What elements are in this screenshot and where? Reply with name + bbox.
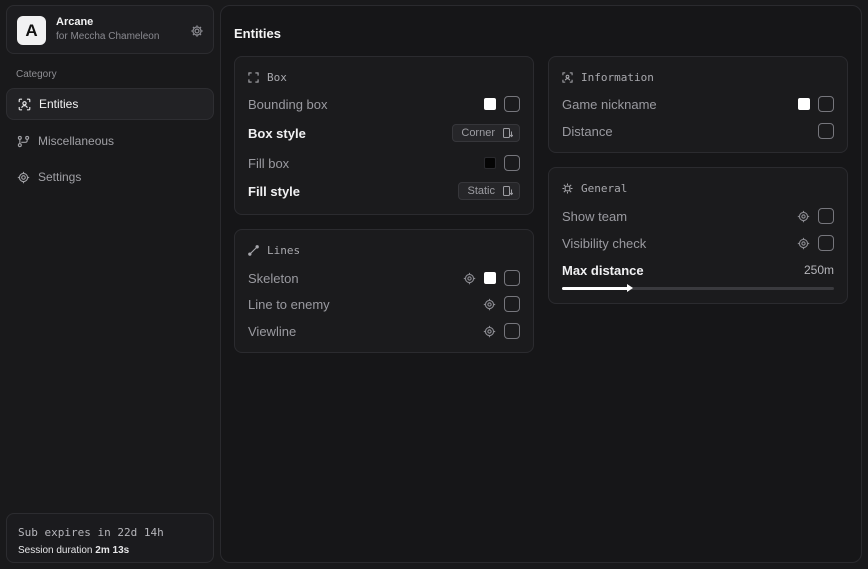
information-panel-title: Information (581, 71, 654, 84)
lines-panel: Lines Skeleton Line to enemy Viewline (234, 229, 534, 353)
gear-icon[interactable] (190, 24, 204, 38)
distance-checkbox[interactable] (818, 123, 834, 139)
general-icon (562, 183, 573, 194)
row-show-team: Show team (562, 206, 834, 226)
row-label: Viewline (248, 323, 297, 339)
session-value: 2m 13s (95, 545, 130, 556)
color-swatch[interactable] (484, 272, 496, 284)
skeleton-checkbox[interactable] (504, 270, 520, 286)
app-logo: A (17, 16, 46, 45)
row-box-style: Box style Corner (248, 123, 520, 143)
row-label: Visibility check (562, 235, 647, 251)
row-viewline: Viewline (248, 321, 520, 341)
box-style-select[interactable]: Corner (452, 124, 520, 142)
sidebar-item-entities[interactable]: Entities (6, 88, 214, 120)
main-panel: Entities Box Bounding box Box style Corn… (220, 5, 862, 563)
max-distance-value: 250m (803, 263, 834, 277)
row-visibility-check: Visibility check (562, 233, 834, 253)
general-panel: General Show team Visibility check Max d… (548, 167, 848, 304)
color-swatch[interactable] (484, 157, 496, 169)
sidebar-item-settings[interactable]: Settings (6, 161, 214, 193)
app-subtitle: for Meccha Chameleon (56, 31, 160, 42)
sub-expires-text: Sub expires in 22d 14h (18, 526, 164, 539)
information-panel: Information Game nickname Distance (548, 56, 848, 153)
lines-panel-title: Lines (267, 244, 301, 257)
line-to-enemy-checkbox[interactable] (504, 296, 520, 312)
category-label: Category (16, 69, 57, 80)
row-game-nickname: Game nickname (562, 94, 834, 114)
row-distance: Distance (562, 121, 834, 141)
sidebar-item-miscellaneous[interactable]: Miscellaneous (6, 125, 214, 157)
row-skeleton: Skeleton (248, 268, 520, 288)
row-label: Show team (562, 208, 628, 224)
entities-icon (18, 98, 31, 110)
misc-icon (17, 135, 30, 147)
bounding-box-checkbox[interactable] (504, 96, 520, 112)
sidebar-item-label: Entities (39, 97, 79, 111)
row-fill-box: Fill box (248, 153, 520, 173)
viewline-checkbox[interactable] (504, 323, 520, 339)
select-arrows-icon (503, 186, 513, 196)
color-swatch[interactable] (798, 98, 810, 110)
row-bounding-box: Bounding box (248, 94, 520, 114)
sidebar-item-label: Settings (38, 170, 82, 184)
row-label: Box style (248, 125, 306, 141)
fill-style-select[interactable]: Static (458, 182, 520, 200)
box-icon (248, 72, 259, 83)
select-value: Corner (461, 127, 495, 139)
gear-icon[interactable] (463, 272, 476, 285)
slider-fill (562, 287, 630, 290)
max-distance-slider[interactable] (562, 284, 834, 292)
information-icon (562, 72, 573, 83)
select-value: Static (467, 185, 495, 197)
information-panel-header: Information (562, 71, 654, 84)
general-panel-title: General (581, 182, 628, 195)
row-label: Fill box (248, 155, 290, 171)
slider-thumb[interactable] (627, 284, 633, 292)
box-panel-header: Box (248, 71, 287, 84)
game-nickname-checkbox[interactable] (818, 96, 834, 112)
row-label: Max distance (562, 262, 644, 278)
session-label: Session duration (18, 545, 93, 556)
row-line-to-enemy: Line to enemy (248, 294, 520, 314)
app-card[interactable]: A Arcane for Meccha Chameleon (6, 5, 214, 54)
box-panel: Box Bounding box Box style Corner Fill b… (234, 56, 534, 215)
visibility-check-checkbox[interactable] (818, 235, 834, 251)
show-team-checkbox[interactable] (818, 208, 834, 224)
row-max-distance: Max distance 250m (562, 260, 834, 280)
gear-icon[interactable] (797, 210, 810, 223)
row-label: Game nickname (562, 96, 657, 112)
line-icon (248, 245, 259, 256)
app-name: Arcane (56, 16, 94, 28)
gear-icon (17, 171, 30, 183)
row-label: Bounding box (248, 96, 328, 112)
page-title: Entities (234, 26, 281, 41)
subscription-status: Sub expires in 22d 14h Session duration … (6, 513, 214, 563)
sidebar-item-label: Miscellaneous (38, 134, 115, 148)
gear-icon[interactable] (483, 298, 496, 311)
gear-icon[interactable] (797, 237, 810, 250)
row-label: Line to enemy (248, 296, 330, 312)
row-label: Skeleton (248, 270, 299, 286)
select-arrows-icon (503, 128, 513, 138)
row-fill-style: Fill style Static (248, 181, 520, 201)
box-panel-title: Box (267, 71, 287, 84)
session-duration: Session duration 2m 13s (18, 545, 129, 556)
general-panel-header: General (562, 182, 627, 195)
fill-box-checkbox[interactable] (504, 155, 520, 171)
row-label: Distance (562, 123, 613, 139)
color-swatch[interactable] (484, 98, 496, 110)
lines-panel-header: Lines (248, 244, 300, 257)
sidebar: A Arcane for Meccha Chameleon Category E… (0, 0, 220, 569)
row-label: Fill style (248, 183, 301, 199)
gear-icon[interactable] (483, 325, 496, 338)
